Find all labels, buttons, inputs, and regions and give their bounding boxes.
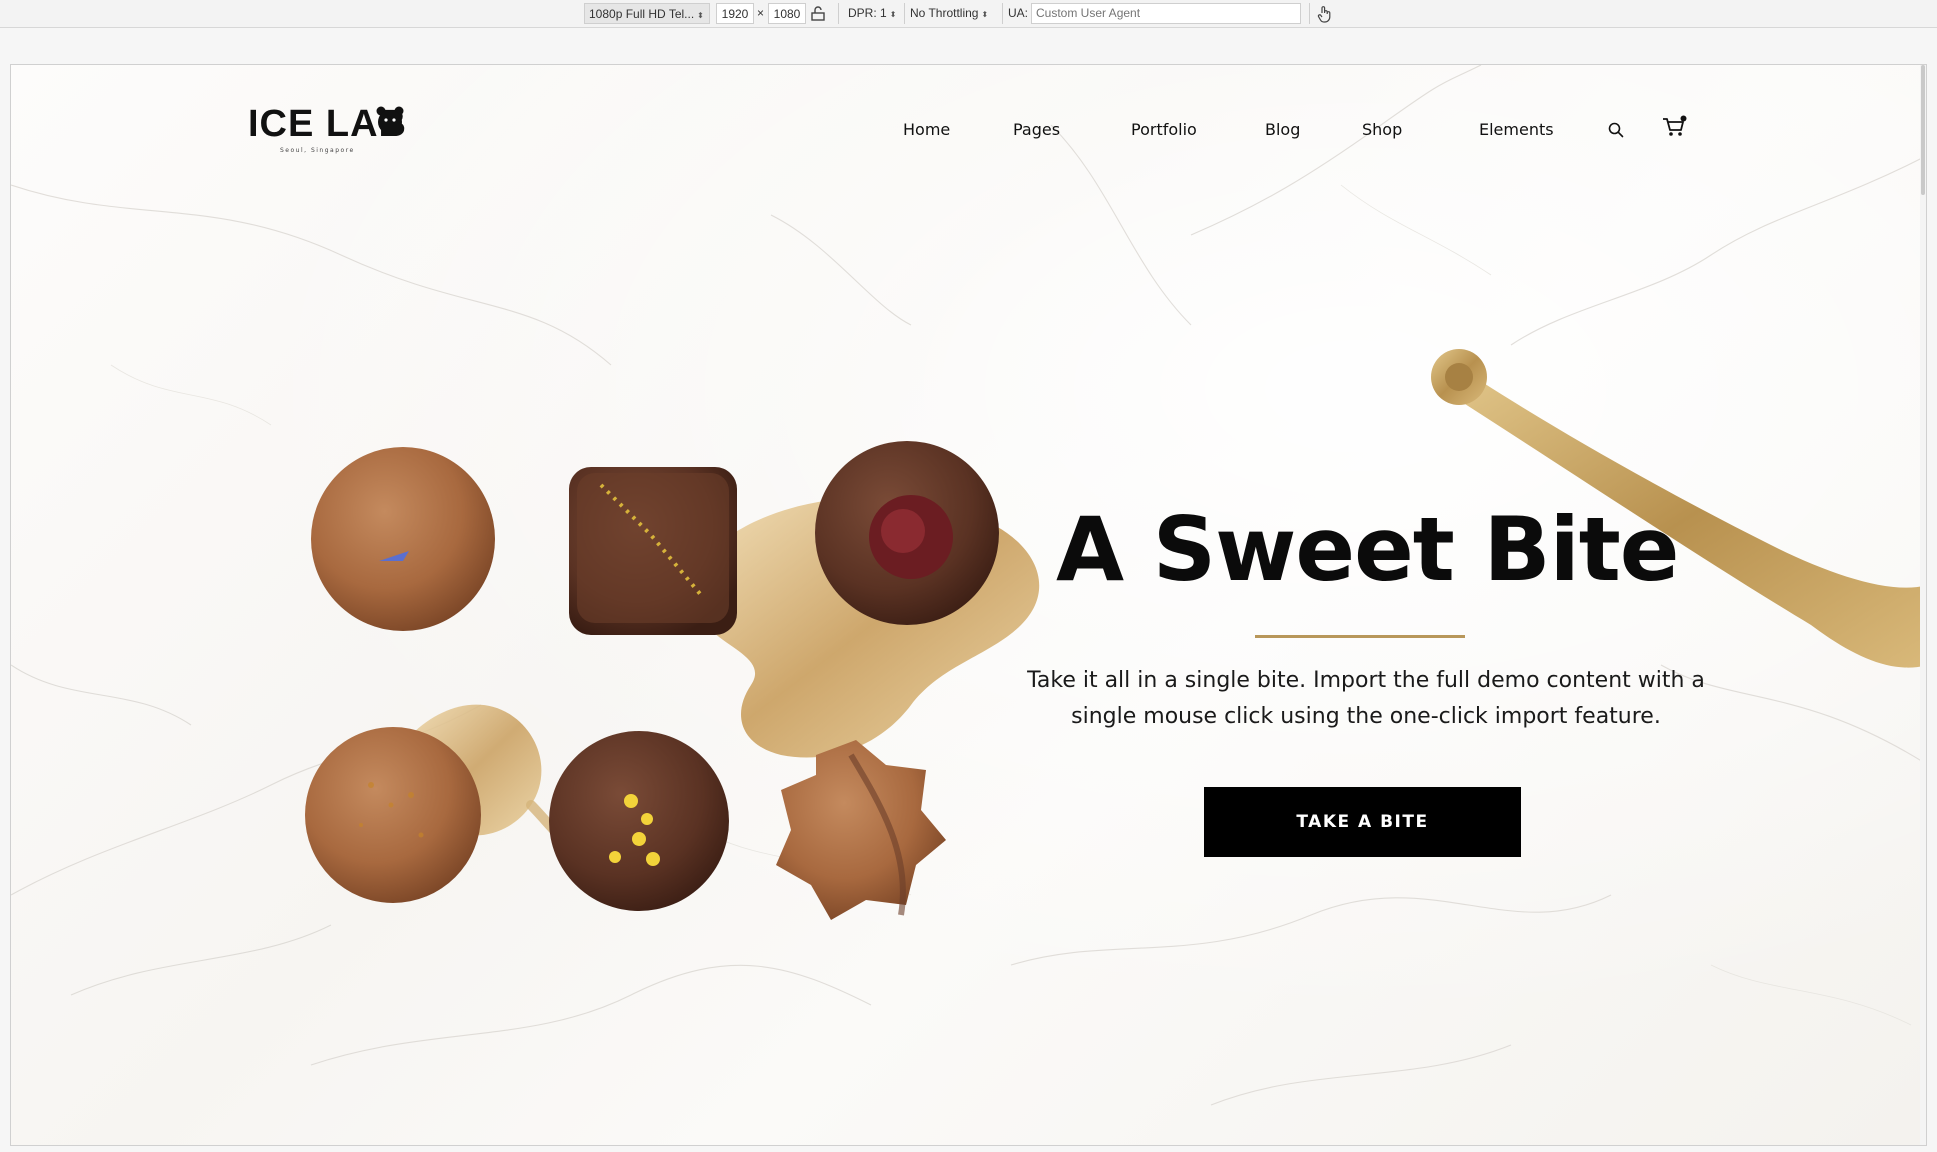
times-sign: ×: [757, 6, 765, 20]
toolbar-divider: [904, 3, 905, 24]
device-select[interactable]: 1080p Full HD Tel... ⬍: [584, 3, 710, 24]
hero-illustration: [305, 349, 1926, 920]
chevron-updown-icon: ⬍: [697, 11, 704, 20]
rotate-icon[interactable]: [810, 3, 830, 24]
ua-label: UA:: [1008, 6, 1029, 20]
bear-icon: [376, 106, 404, 134]
hero-description: Take it all in a single bite. Import the…: [1027, 668, 1705, 729]
chevron-updown-icon: ⬍: [889, 10, 897, 19]
dpr-label: DPR: 1: [848, 6, 887, 20]
chevron-updown-icon: ⬍: [981, 10, 989, 19]
dpr-select[interactable]: DPR: 1 ⬍: [848, 3, 900, 24]
scrollbar-thumb[interactable]: [1921, 65, 1925, 195]
device-toolbar: 1080p Full HD Tel... ⬍ 1920 × 1080 DPR: 1…: [0, 0, 1937, 28]
touch-icon[interactable]: [1316, 3, 1336, 24]
nav-portfolio[interactable]: Portfolio: [1131, 120, 1197, 139]
throttling-select[interactable]: No Throttling ⬍: [910, 3, 998, 24]
hero-title: A Sweet Bite: [1056, 498, 1679, 601]
nav-elements[interactable]: Elements: [1479, 120, 1554, 139]
throttling-label: No Throttling: [910, 6, 979, 20]
height-input[interactable]: 1080: [768, 3, 806, 24]
take-a-bite-button[interactable]: TAKE A BITE: [1204, 787, 1521, 857]
nav-blog[interactable]: Blog: [1265, 120, 1300, 139]
nav-shop[interactable]: Shop: [1362, 120, 1402, 139]
site-logo[interactable]: ICE LAB Seoul, Singapore: [248, 103, 408, 163]
nav-pages[interactable]: Pages: [1013, 120, 1060, 139]
toolbar-divider: [1309, 3, 1310, 24]
page-viewport: ICE LAB Seoul, Singapore Home Pages Port…: [10, 64, 1927, 1146]
width-input[interactable]: 1920: [716, 3, 754, 24]
logo-subtitle: Seoul, Singapore: [280, 147, 355, 154]
page-scrollbar[interactable]: [1920, 65, 1926, 1145]
search-icon[interactable]: [1607, 121, 1625, 139]
toolbar-divider: [838, 3, 839, 24]
hero-divider: [1255, 635, 1465, 638]
cart-icon[interactable]: [1661, 115, 1687, 139]
device-select-label: 1080p Full HD Tel...: [589, 7, 695, 21]
user-agent-input[interactable]: [1031, 3, 1301, 24]
nav-home[interactable]: Home: [903, 120, 950, 139]
toolbar-divider: [1002, 3, 1003, 24]
